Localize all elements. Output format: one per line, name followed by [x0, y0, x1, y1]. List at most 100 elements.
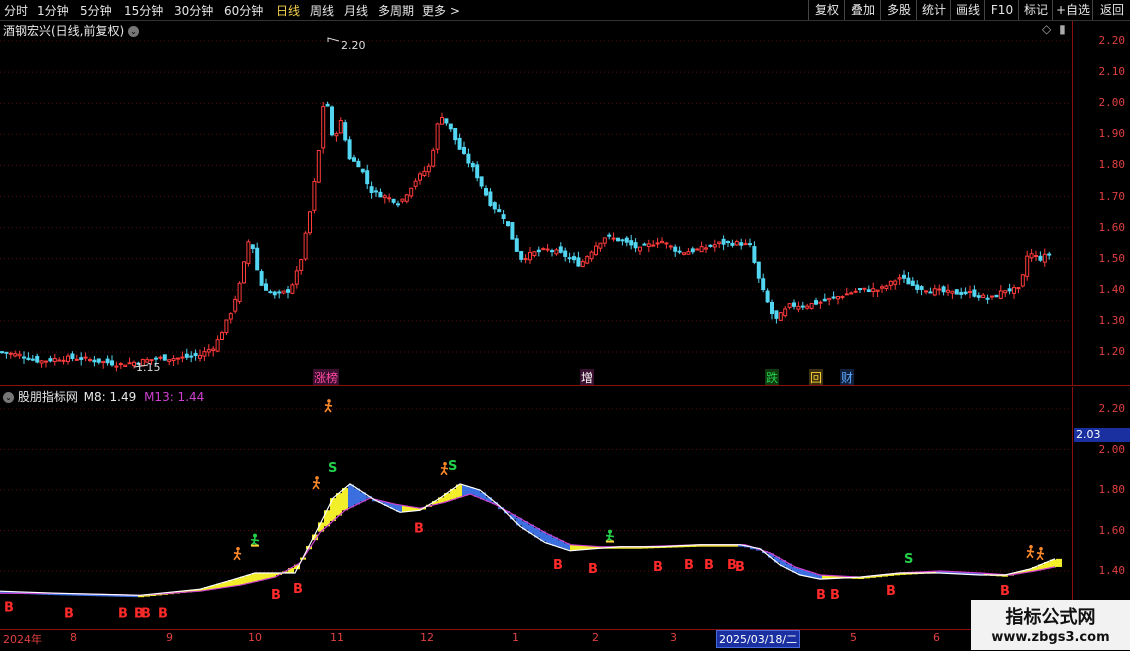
candle-body	[202, 351, 207, 357]
date-label: 10	[248, 631, 262, 644]
candle-body	[629, 240, 634, 246]
candle-body	[325, 103, 330, 107]
period-tab-multi[interactable]: 多周期	[378, 2, 414, 19]
candle-body	[220, 332, 224, 340]
trend-block	[1056, 558, 1062, 567]
period-tab-fenshi[interactable]: 分时	[4, 2, 28, 19]
candle-body	[57, 359, 62, 362]
diamond-icon[interactable]: ◇	[1042, 22, 1051, 36]
candle-body	[567, 257, 572, 260]
candle-body	[968, 290, 972, 293]
indicator-tick-label: 1.80	[1098, 483, 1126, 496]
adjust-button[interactable]: 复权	[808, 0, 845, 20]
date-label: 5	[850, 631, 857, 644]
candle-body	[127, 362, 132, 365]
event-marker-increase[interactable]: 增	[580, 369, 595, 386]
candle-body	[435, 123, 440, 150]
period-tab-5min[interactable]: 5分钟	[80, 2, 112, 19]
buy-signal-marker: B	[271, 588, 281, 603]
candle-body	[22, 356, 26, 359]
date-label: 1	[512, 631, 519, 644]
candle-body	[677, 250, 682, 253]
panel-divider[interactable]	[0, 385, 1130, 386]
candle-body	[189, 355, 194, 358]
runner-icon	[440, 461, 449, 476]
stats-button[interactable]: 统计	[916, 0, 951, 20]
price-chart-panel[interactable]: 2.20 1.15 酒钢宏兴(日线,前复权) ⌄ ◇ ▮ 涨榜 增 跌 回 财	[0, 21, 1072, 386]
candle-body	[479, 176, 484, 187]
back-button[interactable]: 返回	[1092, 0, 1130, 20]
candle-body	[730, 242, 735, 246]
candle-body	[409, 187, 414, 197]
add-watchlist-button[interactable]: +自选	[1052, 0, 1093, 20]
multi-stock-button[interactable]: 多股	[880, 0, 917, 20]
panel-toggle-icon[interactable]: ▮	[1059, 22, 1066, 36]
candle-body	[184, 353, 189, 358]
period-tab-daily[interactable]: 日线	[276, 2, 300, 19]
candle-body	[589, 251, 594, 260]
runner-icon	[1036, 547, 1045, 561]
candle-body	[501, 214, 506, 220]
event-marker-buyback[interactable]: 回	[809, 369, 824, 386]
candle-body	[708, 244, 713, 247]
candle-body	[316, 149, 321, 183]
candle-body	[822, 298, 827, 302]
candle-body	[374, 190, 378, 193]
candle-body	[510, 222, 515, 240]
candle-body	[52, 358, 57, 363]
chevron-down-icon[interactable]: ⌄	[128, 26, 140, 37]
overlay-button[interactable]: 叠加	[844, 0, 881, 20]
buy-signal-marker: B	[141, 606, 151, 621]
candle-body	[897, 277, 902, 280]
candle-body	[404, 194, 409, 202]
period-tab-1min[interactable]: 1分钟	[37, 2, 69, 19]
candle-body	[264, 283, 268, 291]
candle-body	[765, 290, 770, 303]
candle-body	[92, 359, 97, 363]
candle-body	[840, 296, 845, 299]
candle-body	[369, 186, 374, 193]
event-marker-finance[interactable]: 财	[840, 369, 855, 386]
indicator-chart[interactable]: B B B BB BB BBB B B B B BBB B B BS SS	[0, 387, 1072, 629]
candle-body	[8, 352, 13, 355]
buy-signal-marker: B	[64, 606, 74, 621]
candle-body	[646, 243, 651, 247]
period-tab-more[interactable]: 更多 >	[422, 2, 460, 19]
sell-signal-marker: S	[448, 459, 457, 474]
candle-body	[690, 248, 695, 253]
period-tab-60min[interactable]: 60分钟	[224, 2, 263, 19]
candle-body	[272, 291, 277, 296]
period-tab-weekly[interactable]: 周线	[310, 2, 334, 19]
date-label: 3	[670, 631, 677, 644]
date-label: 2024年	[3, 633, 42, 646]
candle-body	[924, 290, 928, 293]
candle-body	[915, 284, 920, 290]
stock-title: 酒钢宏兴(日线,前复权) ⌄	[3, 22, 140, 39]
sell-signal-marker: S	[328, 461, 337, 476]
candle-body	[382, 195, 387, 199]
candle-body	[572, 256, 576, 261]
mark-button[interactable]: 标记	[1018, 0, 1053, 20]
f10-button[interactable]: F10	[984, 0, 1019, 20]
event-marker-drop[interactable]: 跌	[765, 369, 780, 386]
candle-body	[862, 287, 867, 290]
candle-body	[796, 305, 801, 310]
period-tab-30min[interactable]: 30分钟	[174, 2, 213, 19]
candle-body	[1029, 253, 1034, 259]
candle-body	[237, 282, 242, 302]
candle-body	[277, 291, 282, 294]
candle-body	[554, 249, 559, 255]
date-label: 2	[592, 631, 599, 644]
candle-body	[871, 288, 876, 293]
event-marker-rank[interactable]: 涨榜	[313, 369, 340, 386]
candle-body	[453, 127, 458, 141]
candle-body	[457, 137, 462, 150]
m13-line	[0, 493, 1056, 596]
chevron-down-icon[interactable]: ⌄	[3, 392, 14, 403]
indicator-panel[interactable]: BBBBBBBBBBBBBBBBBBBBSSS ⌄ 股朋指标网 M8: 1.49…	[0, 387, 1072, 629]
candlestick-chart[interactable]: 2.20 1.15	[0, 21, 1072, 385]
draw-line-button[interactable]: 画线	[950, 0, 985, 20]
candle-body	[167, 359, 172, 362]
period-tab-monthly[interactable]: 月线	[344, 2, 368, 19]
period-tab-15min[interactable]: 15分钟	[124, 2, 163, 19]
